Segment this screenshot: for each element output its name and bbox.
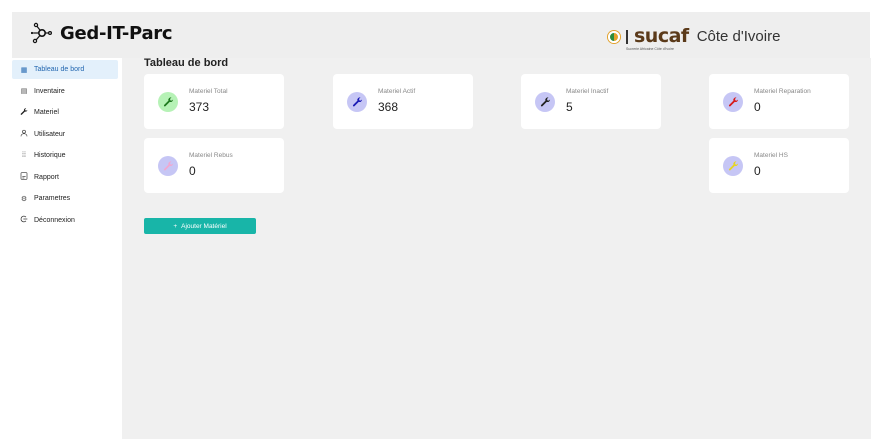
main-content: Tableau de bord Materiel Total 373 Mater…: [122, 57, 871, 439]
card-icon-circle: [158, 92, 178, 112]
settings-icon: ⚙: [20, 195, 28, 203]
brand-logo: sucaf Côte d'Ivoire Sucrerie Africaine C…: [608, 25, 781, 51]
logout-icon: [20, 215, 28, 225]
sidebar-item-label: Materiel: [34, 109, 59, 116]
card-icon-circle: [535, 92, 555, 112]
sidebar-item-rapport[interactable]: Rapport: [12, 168, 122, 187]
wrench-icon: [20, 107, 28, 118]
card-icon-circle: [347, 92, 367, 112]
sidebar-item-inventaire[interactable]: ▤ Inventaire: [12, 82, 122, 101]
sidebar: ▦ Tableau de bord ▤ Inventaire Materiel …: [12, 58, 122, 439]
card-value: 0: [754, 100, 761, 114]
add-materiel-label: Ajouter Matériel: [181, 222, 227, 230]
card-label: Materiel Actif: [378, 88, 416, 95]
page-title: Tableau de bord: [144, 57, 229, 69]
card-value: 368: [378, 100, 399, 114]
card-label: Materiel Reparation: [754, 88, 811, 95]
brand-region: Côte d'Ivoire: [696, 28, 781, 45]
card-icon-circle: [723, 156, 743, 176]
sidebar-item-label: Historique: [34, 152, 66, 159]
sidebar-item-label: Parametres: [34, 195, 71, 202]
card-label: Materiel HS: [754, 152, 788, 159]
sidebar-item-label: Déconnexion: [34, 216, 75, 224]
app-logo[interactable]: Ged-IT-Parc: [30, 21, 173, 45]
wrench-icon: [163, 96, 173, 106]
user-icon: [20, 129, 28, 139]
stat-card-materiel-actif[interactable]: Materiel Actif 368: [333, 74, 473, 129]
top-header: Ged-IT-Parc sucaf Côte d'Ivoire Sucrerie…: [12, 12, 870, 58]
brand-emblem-icon: [608, 30, 620, 43]
card-value: 0: [189, 164, 196, 178]
card-icon-circle: [723, 92, 743, 112]
brand-name: sucaf: [634, 25, 689, 47]
card-value: 5: [566, 100, 573, 114]
plus-icon: +: [173, 222, 178, 230]
sidebar-item-label: Tableau de bord: [34, 66, 85, 73]
wrench-icon: [163, 160, 173, 170]
add-materiel-button[interactable]: + Ajouter Matériel: [144, 218, 256, 234]
stat-card-materiel-rebus[interactable]: Materiel Rebus 0: [144, 138, 284, 193]
stat-card-materiel-total[interactable]: Materiel Total 373: [144, 74, 284, 129]
app-title: Ged-IT-Parc: [60, 22, 173, 44]
sidebar-item-utilisateur[interactable]: Utilisateur: [12, 125, 122, 144]
stat-card-materiel-hs[interactable]: Materiel HS 0: [709, 138, 849, 193]
inventory-icon: ▤: [20, 88, 28, 95]
sidebar-item-deconnexion[interactable]: Déconnexion: [12, 211, 122, 230]
card-value: 0: [754, 164, 761, 178]
card-icon-circle: [158, 156, 178, 176]
sidebar-item-label: Utilisateur: [34, 130, 66, 138]
brand-subtitle: Sucrerie Africaine Côte d'Ivoire: [626, 47, 674, 51]
network-logo-icon: [30, 22, 53, 44]
brand-divider: [626, 29, 628, 44]
stat-card-materiel-reparation[interactable]: Materiel Reparation 0: [709, 74, 849, 129]
wrench-icon: [728, 96, 738, 106]
sidebar-item-tableau-de-bord[interactable]: ▦ Tableau de bord: [12, 60, 118, 79]
grid-icon: ▦: [20, 66, 28, 74]
sidebar-item-parametres[interactable]: ⚙ Parametres: [12, 189, 122, 208]
report-icon: [20, 172, 28, 182]
wrench-icon: [352, 96, 362, 106]
card-value: 373: [189, 100, 210, 114]
card-label: Materiel Rebus: [189, 152, 233, 159]
stat-card-materiel-inactif[interactable]: Materiel Inactif 5: [521, 74, 661, 129]
history-icon: ⁞⁞: [22, 152, 26, 159]
sidebar-item-label: Inventaire: [34, 87, 65, 95]
wrench-icon: [728, 160, 738, 170]
card-label: Materiel Total: [189, 88, 228, 95]
sidebar-item-label: Rapport: [34, 173, 59, 181]
sidebar-item-historique[interactable]: ⁞⁞ Historique: [12, 146, 122, 165]
card-label: Materiel Inactif: [566, 88, 609, 95]
wrench-icon: [540, 96, 550, 106]
app-root: Ged-IT-Parc sucaf Côte d'Ivoire Sucrerie…: [0, 0, 871, 439]
sidebar-item-materiel[interactable]: Materiel: [12, 103, 122, 122]
